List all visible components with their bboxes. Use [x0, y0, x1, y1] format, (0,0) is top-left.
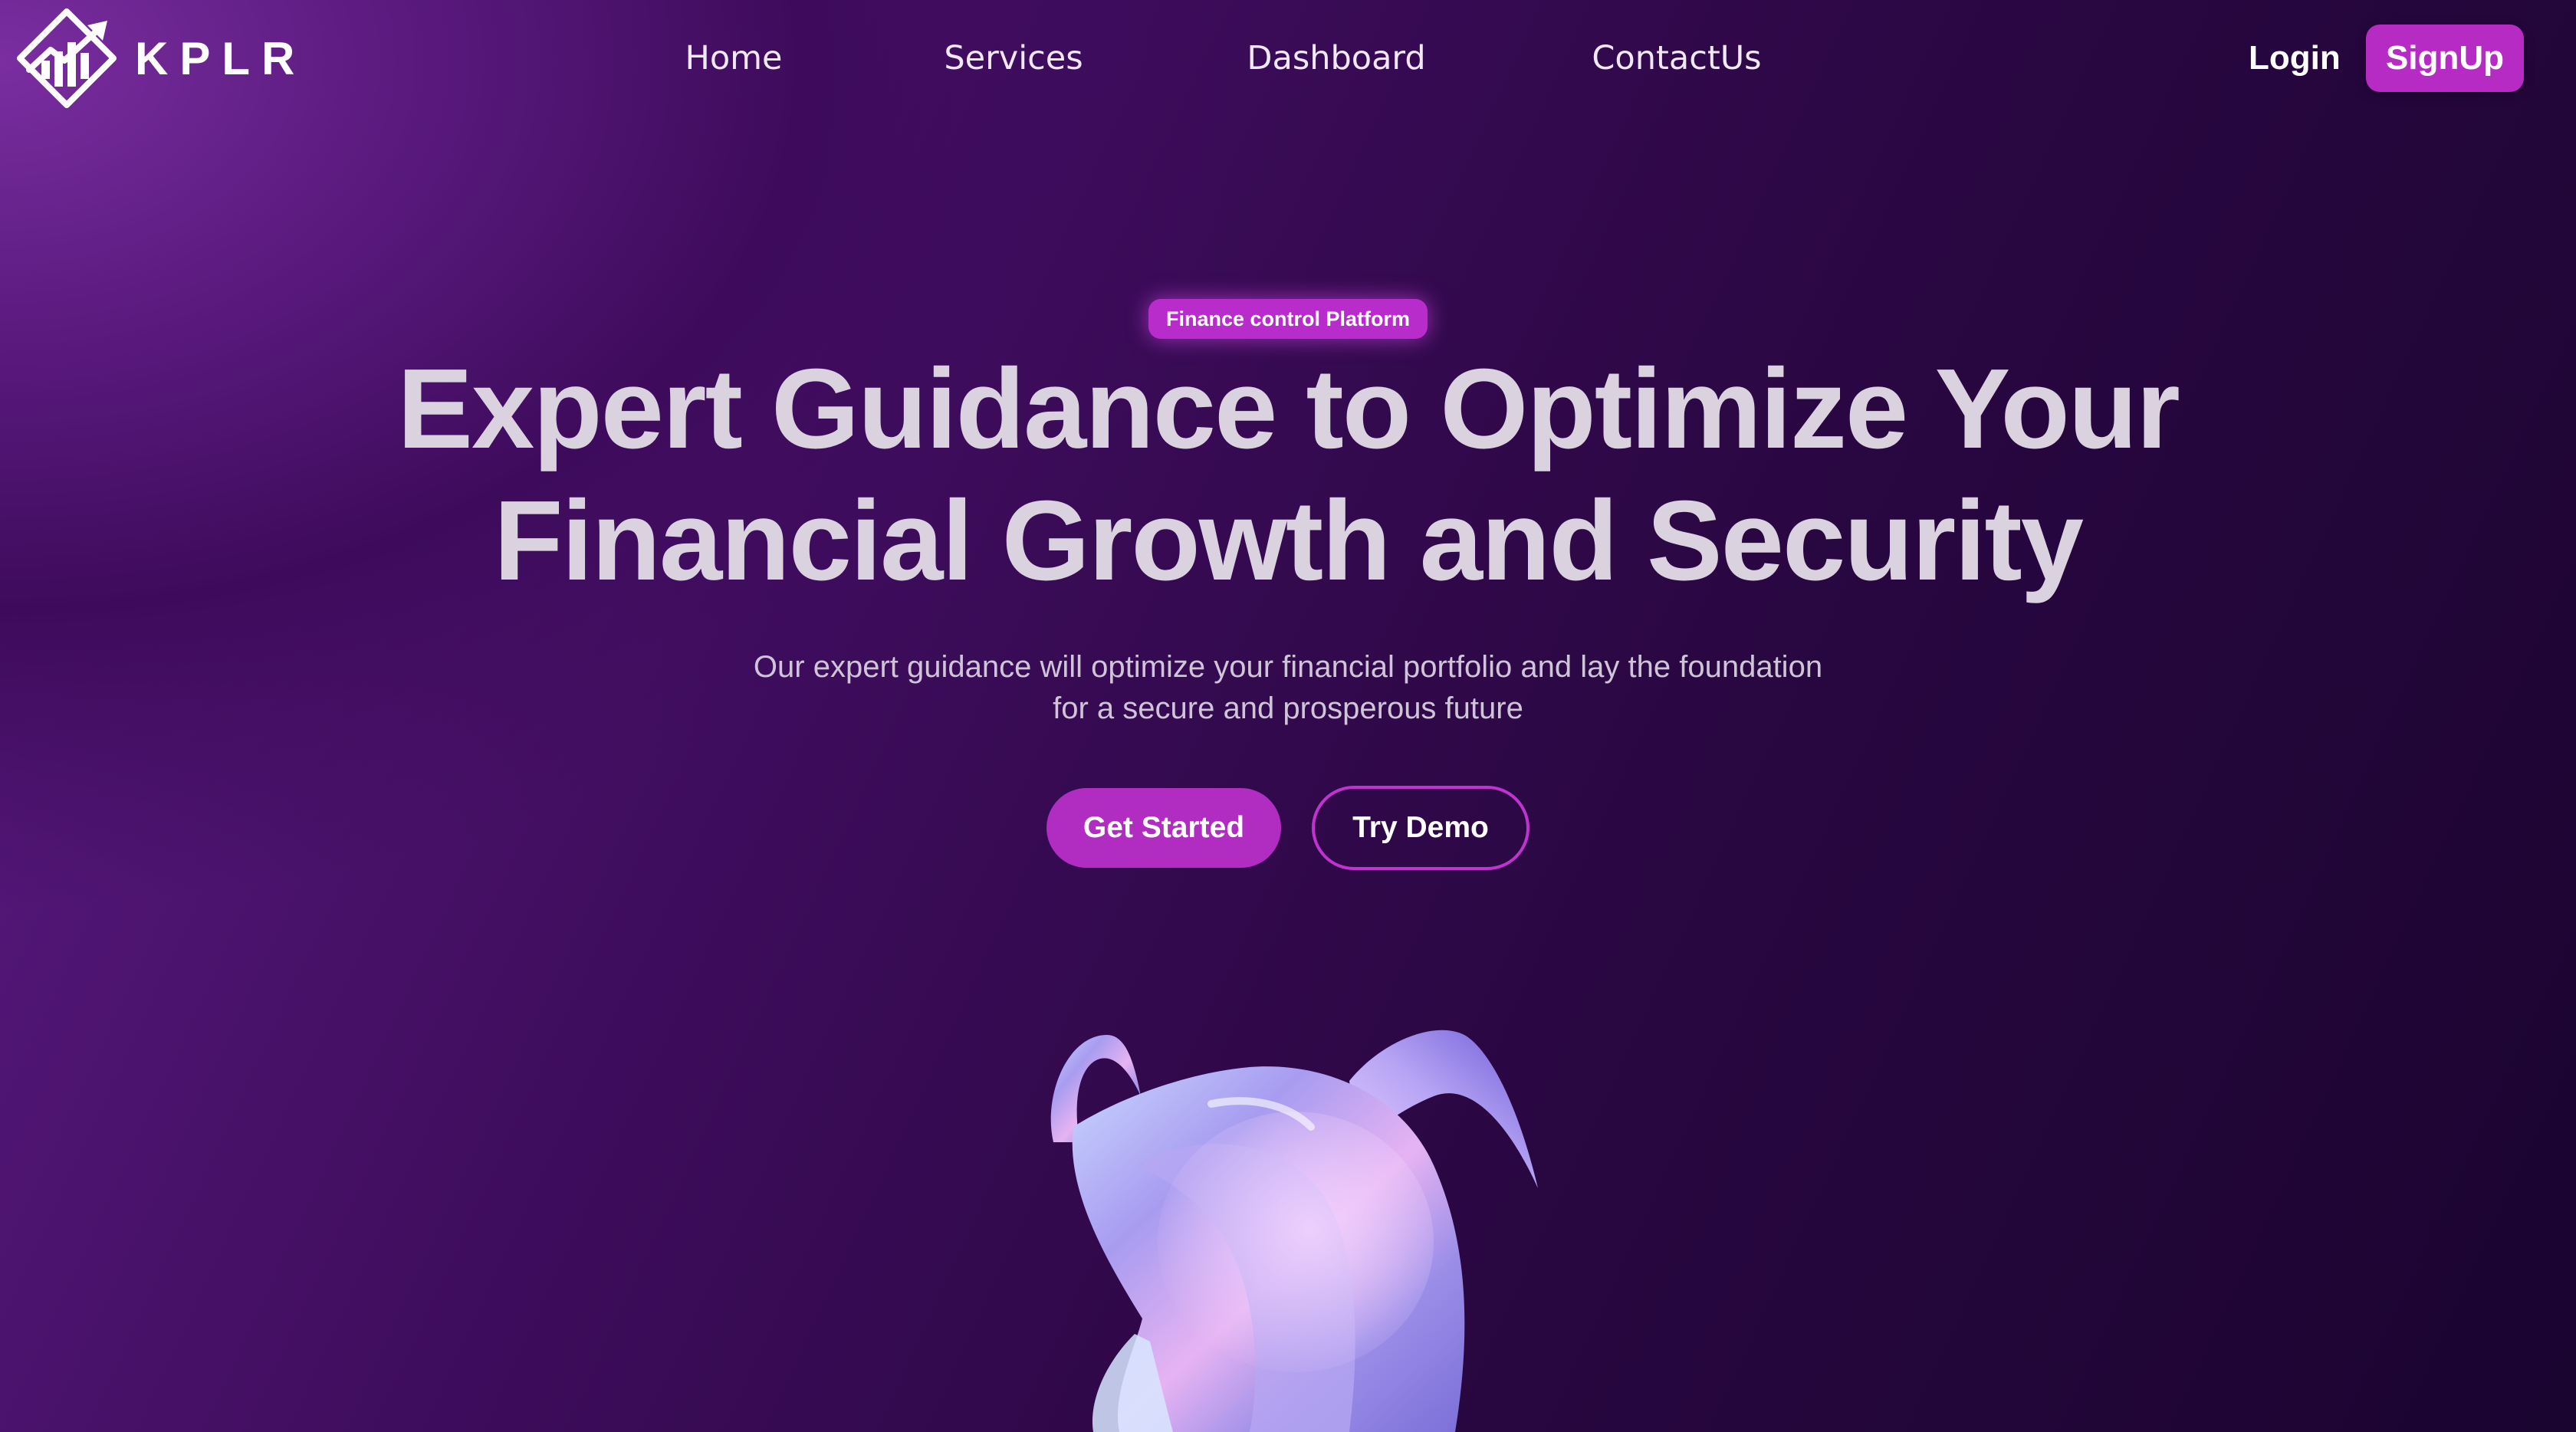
hero-headline: Expert Guidance to Optimize Your Financi… — [0, 343, 2576, 607]
nav-links: Home Services Dashboard ContactUs — [0, 31, 2576, 86]
nav-link-home[interactable]: Home — [685, 31, 783, 86]
signup-button[interactable]: SignUp — [2366, 25, 2524, 92]
nav-link-contactus[interactable]: ContactUs — [1592, 31, 1761, 86]
login-link[interactable]: Login — [2249, 31, 2341, 86]
hero-subtitle-line-1: Our expert guidance will optimize your f… — [753, 650, 1823, 684]
hero-headline-line-2: Financial Growth and Security — [494, 478, 2084, 604]
get-started-button[interactable]: Get Started — [1046, 788, 1281, 868]
nav-link-dashboard[interactable]: Dashboard — [1247, 31, 1425, 86]
hero-subtitle-line-2: for a secure and prosperous future — [1053, 691, 1523, 725]
hero-headline-line-1: Expert Guidance to Optimize Your — [397, 346, 2180, 472]
platform-badge: Finance control Platform — [1148, 299, 1428, 339]
iridescent-3d-shape — [1050, 1030, 1538, 1432]
try-demo-button[interactable]: Try Demo — [1312, 786, 1530, 870]
nav-link-services[interactable]: Services — [944, 31, 1083, 86]
hero-subtitle: Our expert guidance will optimize your f… — [675, 646, 1901, 729]
